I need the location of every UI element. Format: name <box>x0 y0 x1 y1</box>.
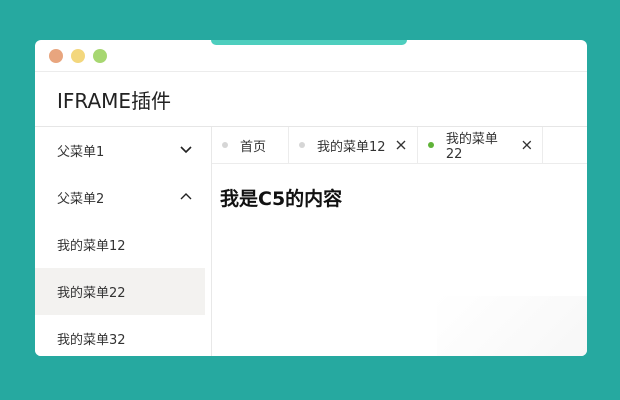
sidebar-item-parent-menu-2[interactable]: 父菜单2 <box>35 174 211 221</box>
tab-status-dot <box>428 142 434 148</box>
sidebar-item-my-menu-22[interactable]: 我的菜单22 <box>35 268 205 315</box>
sidebar-item-label: 我的菜单32 <box>57 333 126 348</box>
app-title: IFRAME插件 <box>57 88 172 113</box>
sidebar-item-label: 父菜单2 <box>57 192 105 207</box>
tab-home[interactable]: 首页 <box>212 127 289 163</box>
tab-bar: 首页 我的菜单12 我的菜单22 <box>212 127 587 164</box>
tab-status-dot <box>222 142 228 148</box>
tab-my-menu-22[interactable]: 我的菜单22 <box>418 127 543 163</box>
sidebar-item-label: 我的菜单22 <box>57 286 126 301</box>
app-header: IFRAME插件 <box>35 72 587 127</box>
tab-status-dot <box>299 142 305 148</box>
chevron-down-icon <box>180 146 192 154</box>
close-icon[interactable] <box>522 140 532 150</box>
sidebar-item-label: 父菜单1 <box>57 145 105 160</box>
sidebar-item-parent-menu-1[interactable]: 父菜单1 <box>35 127 211 174</box>
window-titlebar <box>35 40 587 72</box>
chevron-up-icon <box>180 193 192 200</box>
decorative-fade <box>437 296 587 356</box>
page-heading: 我是C5的内容 <box>220 188 343 210</box>
tab-label: 首页 <box>240 139 267 155</box>
sidebar-item-my-menu-12[interactable]: 我的菜单12 <box>35 221 211 268</box>
close-window-button[interactable] <box>49 49 63 63</box>
sidebar-item-my-menu-32[interactable]: 我的菜单32 <box>35 315 211 356</box>
close-icon[interactable] <box>396 140 406 150</box>
tab-label: 我的菜单22 <box>445 132 498 162</box>
tab-my-menu-12[interactable]: 我的菜单12 <box>289 127 418 163</box>
minimize-window-button[interactable] <box>71 49 85 63</box>
tab-label: 我的菜单12 <box>317 139 386 155</box>
maximize-window-button[interactable] <box>93 49 107 63</box>
sidebar: 父菜单1 父菜单2 我的菜单12 我的菜单22 我的菜单32 <box>35 127 212 356</box>
app-window: IFRAME插件 父菜单1 父菜单2 我的菜单12 我的菜单22 我的菜单32 … <box>35 40 587 356</box>
sidebar-item-label: 我的菜单12 <box>57 239 126 254</box>
main-panel: 首页 我的菜单12 我的菜单22 我是C5的内容 <box>212 127 587 356</box>
content-area: 父菜单1 父菜单2 我的菜单12 我的菜单22 我的菜单32 首页 我的菜单12… <box>35 127 587 356</box>
decorative-brush-stroke <box>211 40 407 45</box>
